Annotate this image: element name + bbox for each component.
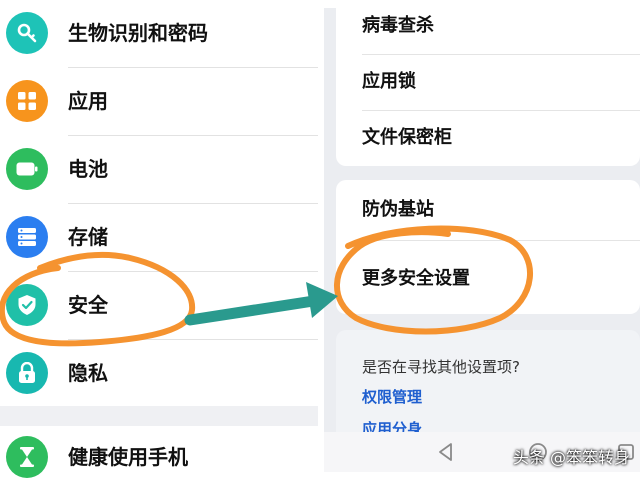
settings-item-biometrics[interactable]: 生物识别和密码 [0, 0, 318, 66]
security-options-card: 病毒查杀 应用锁 文件保密柜 [336, 8, 640, 166]
divider [362, 110, 640, 111]
divider [362, 240, 640, 241]
settings-item-battery[interactable]: 电池 [0, 136, 318, 202]
related-settings-title: 是否在寻找其他设置项? [362, 358, 520, 376]
virus-scan-item[interactable]: 病毒查杀 [362, 15, 434, 37]
hourglass-icon [6, 436, 48, 478]
lock-icon [6, 352, 48, 394]
storage-icon [6, 216, 48, 258]
divider [362, 54, 640, 55]
settings-item-security[interactable]: 安全 [0, 272, 318, 338]
apps-grid-icon [6, 80, 48, 122]
permission-management-link[interactable]: 权限管理 [362, 386, 422, 407]
settings-item-label: 电池 [68, 157, 108, 181]
watermark: 头条 @笨笨转身 [512, 448, 630, 467]
back-icon[interactable] [434, 440, 458, 464]
settings-item-label: 安全 [68, 293, 108, 317]
settings-list: 生物识别和密码 应用 电池 存储 安全 隐私 健康使用手机 [0, 0, 318, 480]
section-gap [0, 406, 318, 426]
security-settings-page: 病毒查杀 应用锁 文件保密柜 防伪基站 更多安全设置 是否在寻找其他设置项? 权… [324, 8, 640, 472]
shield-icon [6, 284, 48, 326]
settings-item-privacy[interactable]: 隐私 [0, 340, 318, 406]
settings-item-digital-wellbeing[interactable]: 健康使用手机 [0, 424, 318, 480]
security-more-card: 防伪基站 更多安全设置 [336, 180, 640, 314]
file-safe-item[interactable]: 文件保密柜 [362, 127, 452, 149]
settings-item-storage[interactable]: 存储 [0, 204, 318, 270]
settings-item-label: 存储 [68, 225, 108, 249]
settings-item-apps[interactable]: 应用 [0, 68, 318, 134]
fake-base-station-item[interactable]: 防伪基站 [362, 199, 434, 221]
more-security-settings-item[interactable]: 更多安全设置 [362, 268, 470, 290]
app-lock-item[interactable]: 应用锁 [362, 71, 416, 93]
settings-item-label: 隐私 [68, 361, 108, 385]
settings-item-label: 应用 [68, 89, 108, 113]
settings-item-label: 健康使用手机 [68, 445, 188, 469]
settings-item-label: 生物识别和密码 [68, 21, 208, 45]
battery-icon [6, 148, 48, 190]
key-icon [6, 12, 48, 54]
